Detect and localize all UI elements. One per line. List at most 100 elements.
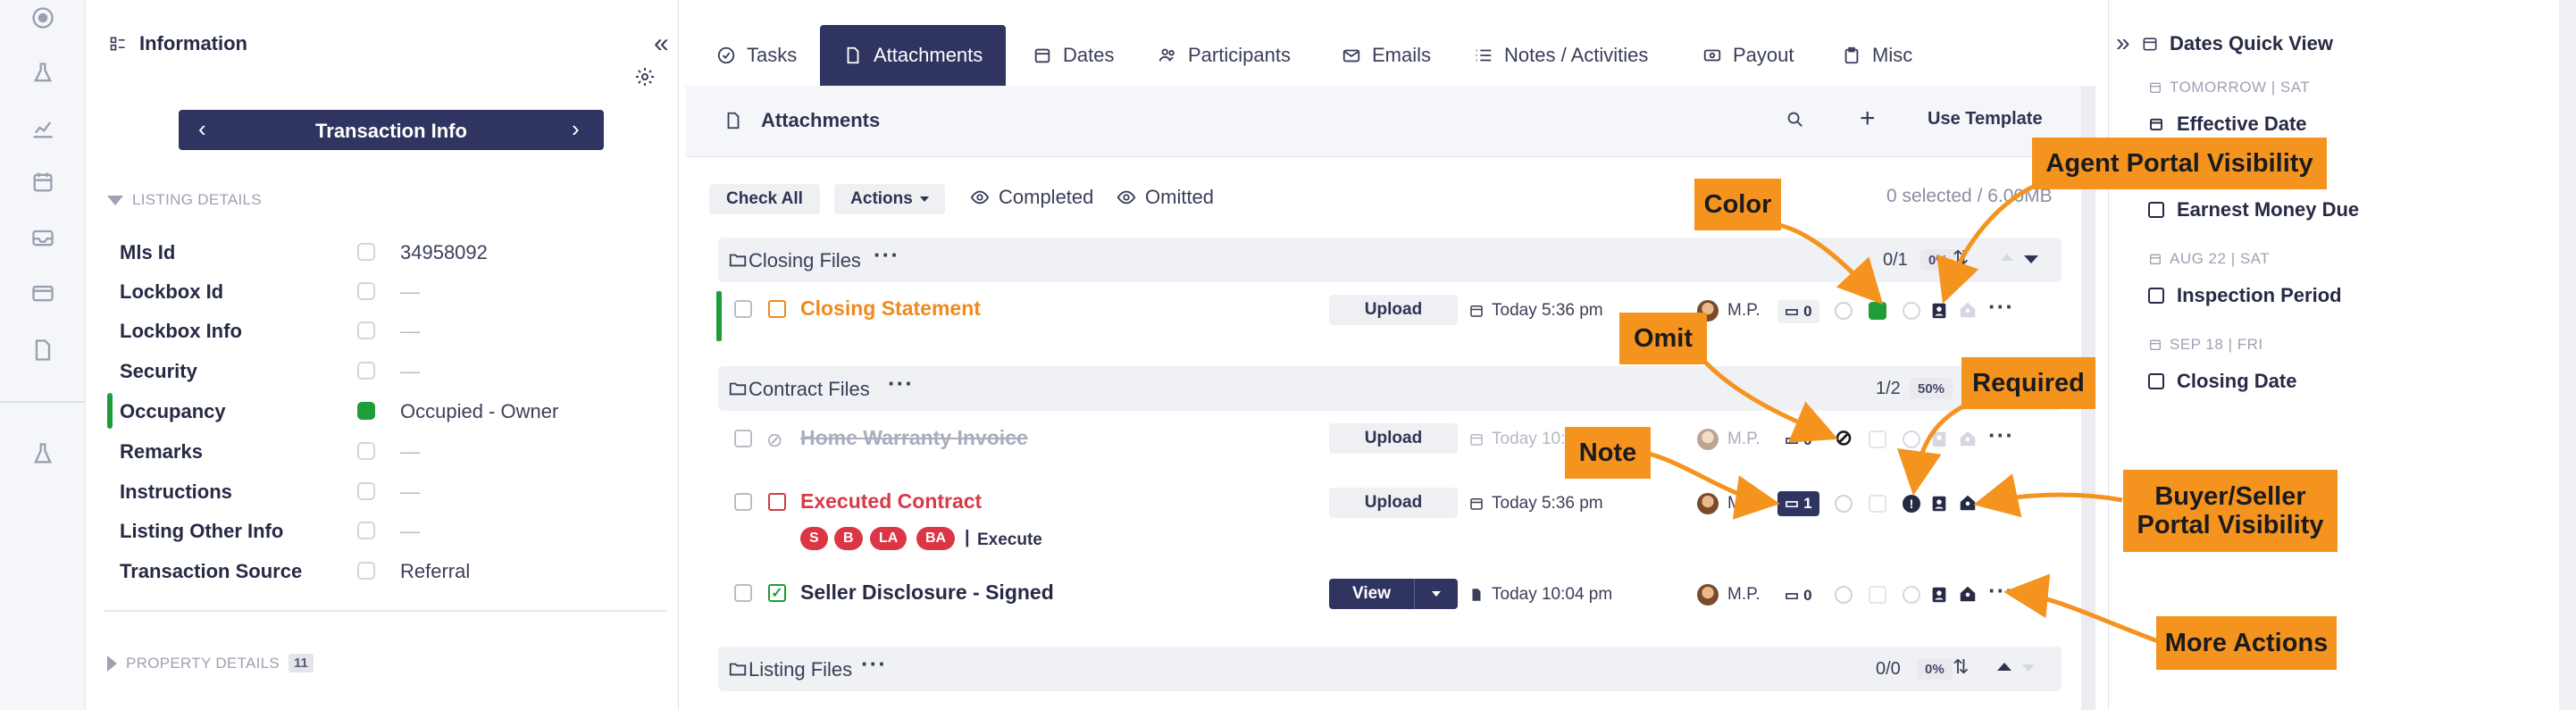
field-checkbox-green[interactable]	[357, 402, 375, 420]
tag-la[interactable]: LA	[870, 527, 907, 550]
page-scrollbar[interactable]	[2559, 0, 2576, 710]
omit-toggle-icon[interactable]	[1835, 495, 1853, 513]
card-icon[interactable]	[27, 277, 59, 309]
required-active-icon[interactable]: !	[1903, 495, 1920, 513]
row-more-icon[interactable]: ···	[1988, 579, 2014, 602]
row-title[interactable]: Home Warranty Invoice	[800, 426, 1028, 450]
tab-dates[interactable]: Dates	[1033, 25, 1114, 86]
add-icon[interactable]: +	[1860, 104, 1876, 134]
comment-button[interactable]: ▭ 0	[1777, 429, 1819, 452]
agent-portal-icon[interactable]	[1929, 585, 1949, 605]
tab-notes-activities[interactable]: Notes / Activities	[1474, 25, 1648, 86]
row-checkbox[interactable]	[734, 430, 752, 447]
row-title[interactable]: Executed Contract	[800, 489, 982, 514]
row-title[interactable]: Seller Disclosure - Signed	[800, 581, 1054, 605]
field-checkbox[interactable]	[357, 322, 375, 339]
color-swatch[interactable]	[1869, 302, 1886, 320]
agent-portal-icon[interactable]	[1929, 494, 1949, 514]
buyer-seller-portal-icon[interactable]	[1958, 584, 1978, 604]
expand-right-icon[interactable]: »	[2116, 29, 2130, 57]
lab-icon[interactable]	[27, 438, 59, 470]
row-more-icon[interactable]: ···	[1988, 295, 2014, 318]
omitted-filter[interactable]: Omitted	[1117, 186, 1214, 209]
expand-down-icon[interactable]	[2022, 664, 2035, 672]
color-swatch[interactable]	[1869, 586, 1886, 604]
agent-portal-icon[interactable]	[1929, 430, 1949, 449]
sort-icon[interactable]: ⇅	[1953, 246, 1969, 270]
search-icon[interactable]	[1785, 109, 1804, 133]
circle-dot-icon[interactable]	[27, 2, 59, 34]
date-item[interactable]: Inspection Period	[2148, 284, 2342, 307]
field-checkbox[interactable]	[357, 522, 375, 539]
tag-ba[interactable]: BA	[916, 527, 956, 550]
collapse-up-icon[interactable]	[1997, 663, 2011, 671]
omit-active-icon[interactable]: ⊘	[1835, 425, 1853, 451]
tab-payout[interactable]: Payout	[1702, 25, 1794, 86]
row-checkbox[interactable]	[734, 493, 752, 511]
comment-button[interactable]: ▭ 0	[1777, 584, 1819, 607]
field-checkbox[interactable]	[357, 562, 375, 580]
row-more-icon[interactable]: ···	[1988, 488, 2014, 511]
comment-button[interactable]: ▭ 0	[1777, 300, 1819, 323]
date-item[interactable]: Closing Date	[2148, 370, 2296, 393]
file-icon[interactable]	[27, 334, 59, 366]
expand-down-icon[interactable]	[2024, 255, 2038, 263]
execute-link[interactable]: Execute	[977, 530, 1042, 550]
collapse-left-icon[interactable]: «	[654, 29, 669, 59]
collapse-up-icon[interactable]	[2001, 254, 2013, 261]
color-swatch[interactable]	[1869, 430, 1886, 448]
section-more-icon[interactable]: ···	[861, 652, 887, 675]
field-checkbox[interactable]	[357, 362, 375, 380]
row-checkbox[interactable]	[734, 300, 752, 318]
required-icon[interactable]	[1903, 430, 1920, 448]
row-title[interactable]: Closing Statement	[800, 297, 981, 321]
omit-toggle-icon[interactable]	[1835, 302, 1853, 320]
use-template-button[interactable]: Use Template	[1928, 109, 2043, 129]
buyer-seller-portal-icon[interactable]	[1958, 493, 1978, 513]
property-details-toggle[interactable]: PROPERTY DETAILS 11	[107, 654, 314, 672]
omit-toggle-icon[interactable]	[1835, 586, 1853, 604]
tab-participants[interactable]: Participants	[1158, 25, 1291, 86]
tag-s[interactable]: S	[800, 527, 828, 550]
settings-gear-icon[interactable]	[634, 66, 656, 92]
section-more-icon[interactable]: ···	[874, 243, 899, 266]
section-more-icon[interactable]: ···	[888, 372, 914, 395]
color-swatch[interactable]	[1869, 495, 1886, 513]
completed-filter[interactable]: Completed	[970, 186, 1093, 209]
tab-emails[interactable]: Emails	[1342, 25, 1431, 86]
row-status-box[interactable]	[768, 300, 786, 318]
inbox-icon[interactable]	[27, 221, 59, 254]
field-checkbox[interactable]	[357, 243, 375, 261]
chart-icon[interactable]	[27, 113, 59, 145]
sort-icon[interactable]: ⇅	[1953, 656, 1969, 679]
upload-button[interactable]: Upload	[1329, 295, 1458, 325]
view-button[interactable]: View	[1329, 579, 1415, 609]
required-icon[interactable]	[1903, 302, 1920, 320]
check-all-button[interactable]: Check All	[709, 184, 820, 214]
upload-button[interactable]: Upload	[1329, 488, 1458, 518]
agent-portal-icon[interactable]	[1929, 301, 1949, 321]
date-item[interactable]: Earnest Money Due	[2148, 198, 2359, 221]
buyer-seller-portal-icon[interactable]	[1958, 429, 1978, 448]
field-checkbox[interactable]	[357, 442, 375, 460]
row-status-complete-icon[interactable]: ✓	[768, 584, 786, 602]
tag-b[interactable]: B	[834, 527, 863, 550]
comment-button-active[interactable]: ▭ 1	[1777, 491, 1819, 516]
tab-attachments[interactable]: Attachments	[820, 25, 1007, 86]
banner-next-icon[interactable]: ›	[572, 115, 580, 143]
date-item[interactable]: Effective Date	[2148, 113, 2307, 136]
listing-details-toggle[interactable]: LISTING DETAILS	[107, 191, 262, 209]
omitted-status-icon[interactable]: ⊘	[766, 429, 782, 452]
upload-button[interactable]: Upload	[1329, 423, 1458, 454]
flask-icon[interactable]	[27, 57, 59, 89]
buyer-seller-portal-icon[interactable]	[1958, 300, 1978, 320]
actions-dropdown[interactable]: Actions	[834, 184, 945, 214]
tab-misc[interactable]: Misc	[1842, 25, 1912, 86]
field-checkbox[interactable]	[357, 482, 375, 500]
row-status-box[interactable]	[768, 493, 786, 511]
calendar-icon[interactable]	[27, 166, 59, 198]
view-dropdown-caret[interactable]	[1415, 579, 1458, 609]
tab-tasks[interactable]: Tasks	[716, 25, 797, 86]
required-icon[interactable]	[1903, 586, 1920, 604]
row-more-icon[interactable]: ···	[1988, 423, 2014, 447]
